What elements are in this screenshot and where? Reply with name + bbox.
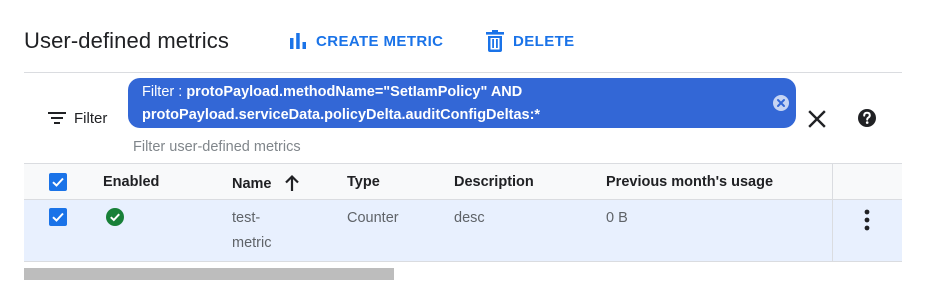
- filter-chip-key: Filter :: [142, 84, 187, 100]
- trash-icon: [486, 30, 504, 52]
- delete-label: DELETE: [513, 32, 575, 50]
- filter-chip-value-2: protoPayload.serviceData.policyDelta.aud…: [142, 107, 541, 123]
- chip-remove-icon[interactable]: [773, 95, 789, 111]
- filter-button-label: Filter: [74, 109, 108, 127]
- column-header-usage[interactable]: Previous month's usage: [606, 174, 773, 190]
- horizontal-scrollbar-thumb[interactable]: [24, 268, 394, 280]
- column-divider: [832, 200, 833, 261]
- clear-filter-icon[interactable]: [806, 108, 828, 130]
- horizontal-scrollbar[interactable]: [24, 268, 902, 280]
- filter-chip[interactable]: Filter : protoPayload.methodName="SetIam…: [128, 78, 796, 128]
- metric-name-link[interactable]: test- metric: [232, 206, 271, 256]
- column-divider: [832, 164, 833, 199]
- filter-chip-line-2: protoPayload.serviceData.policyDelta.aud…: [142, 104, 758, 127]
- check-icon: [52, 177, 64, 187]
- sort-ascending-icon[interactable]: [284, 174, 300, 192]
- bar-chart-icon: [290, 33, 306, 49]
- help-icon[interactable]: [857, 108, 877, 128]
- filter-button[interactable]: Filter: [48, 106, 107, 130]
- table-header-row: Enabled Name Type Description Previous m…: [24, 163, 902, 200]
- check-icon: [52, 212, 64, 222]
- column-header-name-label: Name: [232, 176, 272, 192]
- filter-chip-line-1: Filter : protoPayload.methodName="SetIam…: [142, 81, 758, 104]
- metric-description: desc: [454, 210, 485, 226]
- page-header: User-defined metrics CREATE METRIC DELET…: [0, 0, 929, 72]
- more-vert-icon[interactable]: [859, 208, 875, 232]
- header-divider: [24, 72, 902, 73]
- create-metric-label: CREATE METRIC: [316, 32, 444, 50]
- table-row[interactable]: test- metric Counter desc 0 B: [24, 200, 902, 262]
- metric-name-line-1: test-: [232, 210, 261, 226]
- column-header-name[interactable]: Name: [232, 174, 300, 192]
- metric-type: Counter: [347, 210, 399, 226]
- column-header-type[interactable]: Type: [347, 174, 380, 190]
- select-all-checkbox[interactable]: [49, 173, 67, 191]
- page-title: User-defined metrics: [24, 28, 229, 53]
- filter-chip-value-1: protoPayload.methodName="SetIamPolicy" A…: [186, 84, 523, 100]
- metric-name-line-2: metric: [232, 235, 272, 251]
- create-metric-button[interactable]: CREATE METRIC: [288, 28, 443, 54]
- check-circle-icon: [106, 208, 124, 226]
- column-header-enabled[interactable]: Enabled: [103, 174, 159, 190]
- column-header-description[interactable]: Description: [454, 174, 534, 190]
- metric-usage: 0 B: [606, 210, 628, 226]
- row-checkbox[interactable]: [49, 208, 67, 226]
- filter-input[interactable]: [133, 137, 793, 157]
- filter-list-icon: [48, 112, 66, 124]
- delete-button[interactable]: DELETE: [485, 28, 575, 54]
